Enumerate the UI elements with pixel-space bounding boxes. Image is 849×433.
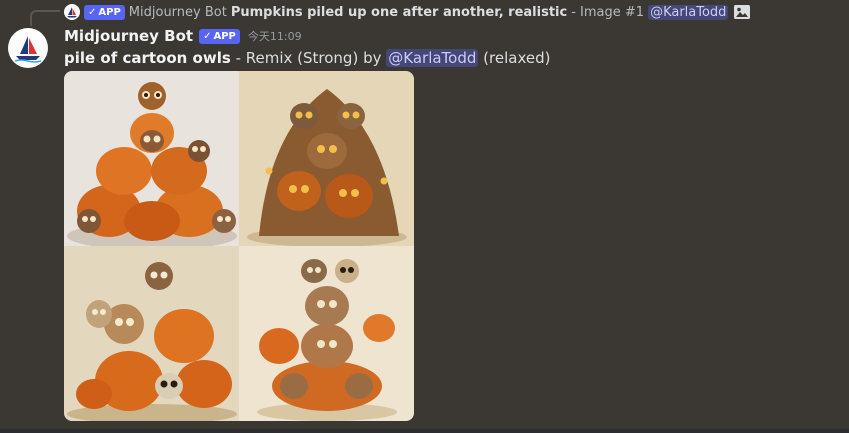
message-content: pile of cartoon owls - Remix (Strong) by… bbox=[64, 47, 550, 69]
message-speed: (relaxed) bbox=[483, 49, 551, 67]
checkmark-icon: ✓ bbox=[203, 30, 212, 42]
checkmark-icon: ✓ bbox=[88, 6, 97, 18]
app-badge: ✓ APP bbox=[84, 4, 125, 20]
message-mention[interactable]: @KarlaTodd bbox=[386, 49, 479, 67]
timestamp[interactable]: 今天11:09 bbox=[248, 28, 302, 44]
reply-reference[interactable]: ✓ APP Midjourney Bot Pumpkins piled up o… bbox=[64, 2, 751, 22]
midjourney-avatar-icon bbox=[64, 4, 80, 20]
reply-author[interactable]: Midjourney Bot bbox=[129, 5, 227, 20]
image-grid[interactable] bbox=[64, 71, 414, 421]
image-icon bbox=[734, 5, 751, 19]
author-name[interactable]: Midjourney Bot bbox=[64, 27, 193, 45]
reply-mention[interactable]: @KarlaTodd bbox=[648, 4, 729, 20]
owl-pile-image-2[interactable] bbox=[239, 71, 414, 246]
reply-image-index: - Image #1 bbox=[571, 4, 645, 20]
message-prompt: pile of cartoon owls bbox=[64, 49, 231, 67]
owl-pile-image-3[interactable] bbox=[64, 246, 239, 421]
bottom-divider bbox=[0, 429, 849, 433]
midjourney-logo-icon bbox=[14, 36, 42, 63]
reply-prompt[interactable]: Pumpkins piled up one after another, rea… bbox=[231, 5, 567, 20]
bot-avatar[interactable] bbox=[8, 28, 48, 68]
owl-pile-image-1[interactable] bbox=[64, 71, 239, 246]
message-header: Midjourney Bot ✓ APP 今天11:09 bbox=[64, 25, 302, 47]
message-mode: - Remix (Strong) by bbox=[235, 49, 382, 67]
owl-pile-image-4[interactable] bbox=[239, 246, 414, 421]
reply-connector bbox=[30, 10, 60, 26]
app-badge: ✓ APP bbox=[199, 28, 240, 44]
